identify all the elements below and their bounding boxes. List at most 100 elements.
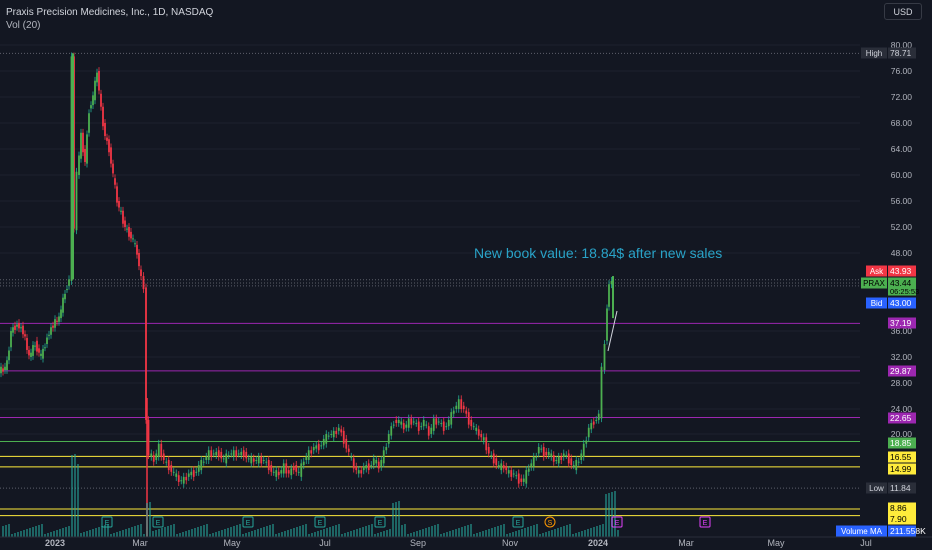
volume-bar [167, 526, 169, 537]
candle-body [102, 106, 104, 127]
volume-bar [113, 533, 115, 537]
candle-body [197, 465, 200, 472]
candle-body [227, 455, 230, 457]
event-marker-label: E [246, 520, 251, 527]
candle-body [132, 238, 134, 240]
price-label-value: 37.19 [890, 318, 912, 328]
candle-body [530, 463, 533, 467]
candle-body [582, 443, 585, 457]
volume-bar [590, 528, 592, 537]
candle-body [570, 458, 573, 466]
candle-body [452, 410, 455, 414]
candle-body [142, 276, 145, 290]
candle-body [387, 434, 390, 444]
candle-body [345, 438, 348, 449]
candle-body [365, 465, 368, 469]
volume-bar [416, 531, 418, 537]
chart-area[interactable]: E E E E E E S E E 2023 Mar May Jul Sep Nov 2024 Mar May Ju… [0, 0, 932, 550]
candle-body [120, 210, 122, 212]
price-label-value: 78.71 [890, 48, 912, 58]
x-tick-label: Mar [132, 538, 148, 548]
volume-bar [170, 525, 172, 537]
volume-bar [251, 531, 253, 537]
candle-body [497, 465, 500, 467]
candle-body [580, 453, 583, 460]
candle-body [470, 419, 473, 427]
volume-bar [392, 503, 394, 537]
candle-body [215, 451, 218, 456]
volume-bar [305, 524, 307, 537]
volume-bar [410, 533, 412, 537]
volume-bar [47, 533, 49, 537]
candle-body [552, 455, 555, 462]
candle-body [200, 460, 203, 471]
candle-body [560, 456, 563, 460]
event-marker-label: E [615, 520, 620, 527]
volume-bar [278, 533, 280, 537]
candle-body [430, 427, 433, 434]
candle-body [287, 470, 290, 474]
candle-body [557, 456, 560, 464]
candle-body [502, 465, 505, 469]
volume-bar [470, 524, 472, 537]
candle-body [390, 426, 393, 436]
volume-bar [536, 524, 538, 537]
candle-body [487, 447, 490, 454]
volume-bar [263, 527, 265, 537]
candle-body [262, 460, 265, 461]
price-label-value: 29.87 [890, 366, 912, 376]
volume-bar [197, 527, 199, 537]
volume-bar [380, 532, 382, 537]
candle-body [532, 456, 535, 467]
candle-body [597, 413, 600, 420]
volume-bar [224, 529, 226, 537]
price-label-value: 11.84 [890, 483, 911, 493]
candle-body [136, 244, 138, 255]
price-label-value: 16.55 [890, 452, 912, 462]
volume-bar [89, 530, 91, 537]
price-label-value: 22.65 [890, 413, 912, 423]
volume-bar [596, 526, 598, 537]
volume-bar [287, 530, 289, 537]
volume-bar [413, 532, 415, 537]
candle-body [527, 468, 530, 472]
chart-canvas[interactable]: E E E E E E S E E 2023 Mar May Jul Sep Nov 2024 Mar May Ju… [0, 0, 932, 550]
price-label-countdown: 06:25:53 [890, 287, 919, 296]
candle-body [212, 453, 215, 455]
candle-body [48, 334, 50, 336]
candle-body [305, 456, 308, 460]
volume-bar [353, 530, 355, 537]
candle-body [207, 450, 210, 460]
candle-body [60, 309, 62, 319]
candle-body [572, 465, 575, 467]
volume-bar [614, 491, 616, 537]
candle-body [275, 470, 278, 477]
candle-body [357, 470, 360, 474]
volume-bar [566, 525, 568, 537]
candle-body [128, 227, 130, 237]
candle-body [175, 473, 178, 477]
volume-bar [599, 525, 601, 537]
volume-bar [62, 528, 64, 537]
volume-bar [557, 528, 559, 537]
chart-annotation-text[interactable]: New book value: 18.84$ after new sales [474, 245, 722, 261]
volume-bar [359, 528, 361, 537]
volume-bar [293, 528, 295, 537]
y-tick-label: 32.00 [891, 352, 913, 362]
candle-body [595, 419, 598, 421]
candle-body [267, 460, 270, 471]
event-marker-label: E [703, 520, 708, 527]
currency-button[interactable]: USD [884, 3, 922, 20]
price-label-tag: Low [869, 484, 884, 493]
candle-body [495, 458, 498, 466]
candle-body [315, 445, 318, 449]
volume-bar [530, 526, 532, 537]
price-label-tag: PRAX [863, 279, 885, 288]
volume-bar [59, 529, 61, 537]
volume-bar [50, 532, 52, 537]
candle-body [320, 445, 323, 447]
volume-bar [299, 526, 301, 537]
volume-bar [29, 528, 31, 537]
candle-body [462, 405, 465, 409]
candle-body [312, 447, 315, 451]
